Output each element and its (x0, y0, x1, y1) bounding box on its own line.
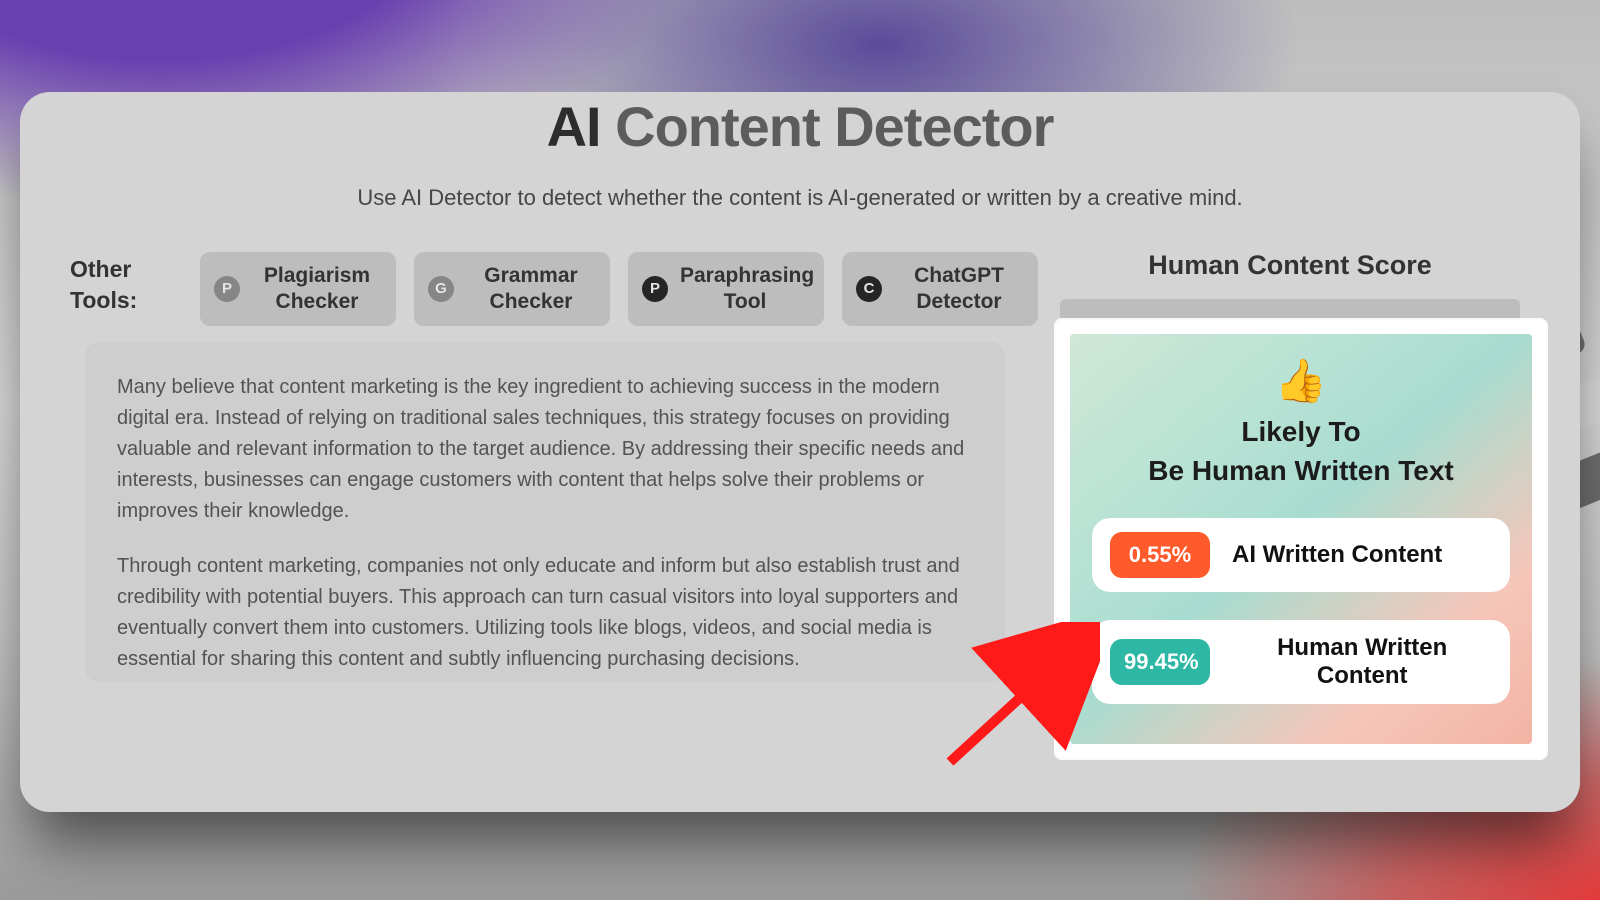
tool-plagiarism-checker[interactable]: P Plagiarism Checker (200, 252, 396, 326)
title-rest: Content Detector (601, 95, 1054, 158)
tool-label: Grammar Checker (466, 263, 596, 316)
tool-label: Paraphrasing Tool (680, 263, 810, 316)
app-window: AI Content Detector Use AI Detector to d… (20, 92, 1580, 812)
title-ai: AI (547, 95, 601, 158)
tool-buttons: P Plagiarism Checker G Grammar Checker P… (200, 252, 1038, 326)
score-card-inner: 👍 Likely To Be Human Written Text 0.55% … (1070, 334, 1532, 744)
score-section: Human Content Score (1050, 250, 1530, 325)
ai-percentage-badge: 0.55% (1110, 532, 1210, 578)
verdict-line-1: Likely To (1241, 416, 1360, 447)
tool-paraphrasing[interactable]: P Paraphrasing Tool (628, 252, 824, 326)
thumbs-up-icon: 👍 (1092, 360, 1510, 402)
human-percentage-badge: 99.45% (1110, 639, 1210, 685)
metric-ai: 0.55% AI Written Content (1092, 518, 1510, 592)
score-title: Human Content Score (1050, 250, 1530, 281)
badge-g-icon: G (428, 276, 454, 302)
verdict-text: Likely To Be Human Written Text (1092, 412, 1510, 490)
tool-grammar-checker[interactable]: G Grammar Checker (414, 252, 610, 326)
other-tools-label: Other Tools: (70, 252, 200, 316)
verdict-line-2: Be Human Written Text (1148, 455, 1453, 486)
page-title: AI Content Detector (20, 94, 1580, 159)
input-text-area[interactable]: Many believe that content marketing is t… (85, 342, 1005, 682)
score-card: 👍 Likely To Be Human Written Text 0.55% … (1056, 320, 1546, 758)
human-label: Human Written Content (1232, 634, 1492, 690)
hero: AI Content Detector Use AI Detector to d… (20, 92, 1580, 211)
metric-human: 99.45% Human Written Content (1092, 620, 1510, 704)
content-paragraph-2: Through content marketing, companies not… (117, 551, 973, 675)
tool-label: ChatGPT Detector (894, 263, 1024, 316)
page-subtitle: Use AI Detector to detect whether the co… (20, 185, 1580, 211)
badge-p2-icon: P (642, 276, 668, 302)
tool-chatgpt-detector[interactable]: C ChatGPT Detector (842, 252, 1038, 326)
ai-label: AI Written Content (1232, 541, 1442, 569)
badge-p-icon: P (214, 276, 240, 302)
tool-label: Plagiarism Checker (252, 263, 382, 316)
content-paragraph-1: Many believe that content marketing is t… (117, 372, 973, 527)
badge-c-icon: C (856, 276, 882, 302)
